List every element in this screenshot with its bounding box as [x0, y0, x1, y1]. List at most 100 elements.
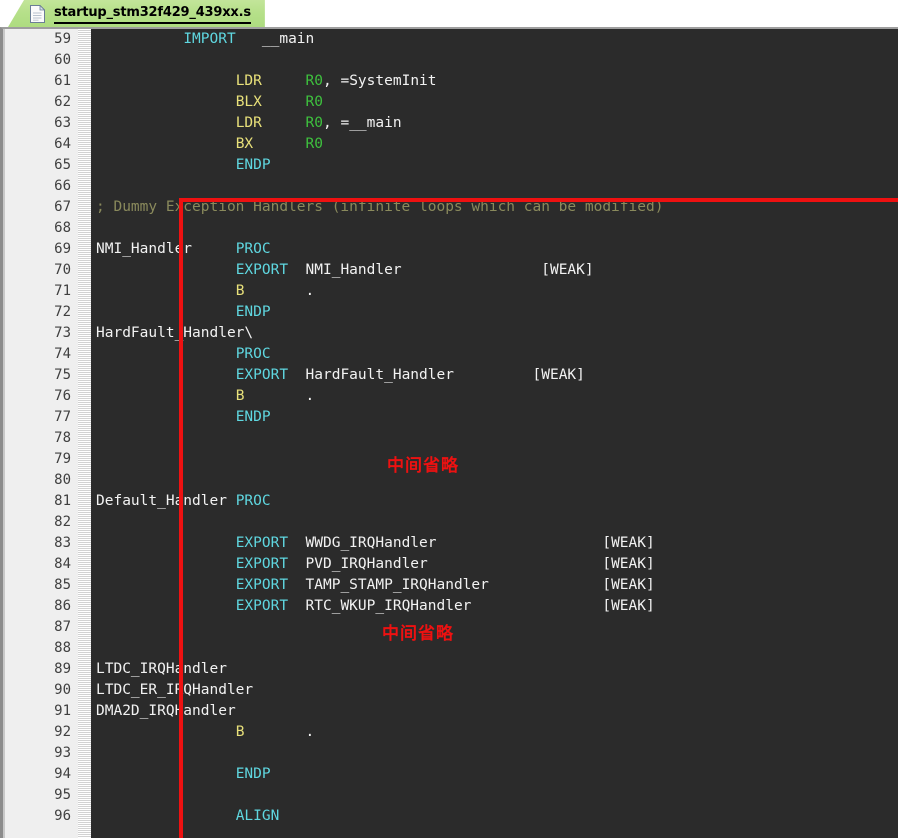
code-line[interactable] — [96, 512, 898, 533]
line-number: 65 — [54, 157, 71, 173]
line-number: 63 — [54, 115, 71, 131]
code-line[interactable]: B . — [96, 722, 898, 743]
code-line[interactable]: BLX R0 — [96, 92, 898, 113]
line-number: 81 — [54, 493, 71, 509]
code-token: Default_Handler — [96, 493, 236, 509]
line-number: 62 — [54, 94, 71, 110]
code-token: , =__main — [323, 115, 402, 131]
code-line[interactable]: ENDP — [96, 155, 898, 176]
line-number: 80 — [54, 472, 71, 488]
code-line[interactable] — [96, 617, 898, 638]
code-token: ALIGN — [235, 808, 280, 824]
code-line[interactable]: LDR R0, =SystemInit — [96, 71, 898, 92]
code-line[interactable]: HardFault_Handler\ — [96, 323, 898, 344]
code-line[interactable]: IMPORT __main — [96, 29, 898, 50]
code-token: TAMP_STAMP_IRQHandler [WEAK] — [288, 577, 655, 593]
code-token: EXPORT — [235, 577, 289, 593]
code-token: HardFault_Handler\ — [96, 325, 254, 341]
code-token: WWDG_IRQHandler [WEAK] — [288, 535, 655, 551]
code-line[interactable]: LDR R0, =__main — [96, 113, 898, 134]
code-token: ; Dummy Exception Handlers (infinite loo… — [96, 199, 664, 215]
code-line[interactable]: ENDP — [96, 407, 898, 428]
code-token: HardFault_Handler [WEAK] — [288, 367, 585, 383]
code-line[interactable]: B . — [96, 386, 898, 407]
code-line[interactable]: B . — [96, 281, 898, 302]
line-number: 64 — [54, 136, 71, 152]
editor-tab-startup-file[interactable]: startup_stm32f429_439xx.s — [8, 0, 265, 27]
code-line[interactable]: ALIGN — [96, 806, 898, 827]
code-token: BX — [235, 136, 254, 152]
code-line[interactable] — [96, 428, 898, 449]
code-line[interactable] — [96, 176, 898, 197]
code-line[interactable]: LTDC_IRQHandler — [96, 659, 898, 680]
code-line[interactable]: Default_Handler PROC — [96, 491, 898, 512]
line-number: 87 — [54, 619, 71, 635]
line-number: 71 — [54, 283, 71, 299]
line-number: 61 — [54, 73, 71, 89]
code-line[interactable]: EXPORT RTC_WKUP_IRQHandler [WEAK] — [96, 596, 898, 617]
code-line[interactable] — [96, 785, 898, 806]
code-line[interactable]: ENDP — [96, 302, 898, 323]
code-line[interactable]: LTDC_ER_IRQHandler — [96, 680, 898, 701]
code-line[interactable] — [96, 50, 898, 71]
code-token: RTC_WKUP_IRQHandler [WEAK] — [288, 598, 655, 614]
code-text-area[interactable]: IMPORT __main LDR R0, =SystemInit BLX R0… — [91, 29, 898, 838]
line-number: 90 — [54, 682, 71, 698]
code-line[interactable] — [96, 449, 898, 470]
code-line[interactable]: EXPORT PVD_IRQHandler [WEAK] — [96, 554, 898, 575]
line-number: 96 — [54, 808, 71, 824]
code-token: EXPORT — [235, 367, 289, 383]
code-line[interactable] — [96, 743, 898, 764]
line-number: 88 — [54, 640, 71, 656]
code-token: PROC — [235, 241, 271, 257]
code-line[interactable]: EXPORT TAMP_STAMP_IRQHandler [WEAK] — [96, 575, 898, 596]
line-number: 82 — [54, 514, 71, 530]
line-number: 94 — [54, 766, 71, 782]
code-line[interactable]: EXPORT WWDG_IRQHandler [WEAK] — [96, 533, 898, 554]
code-line[interactable] — [96, 470, 898, 491]
editor-tab-bar: startup_stm32f429_439xx.s — [0, 0, 898, 28]
code-line[interactable]: EXPORT HardFault_Handler [WEAK] — [96, 365, 898, 386]
code-line[interactable]: NMI_Handler PROC — [96, 239, 898, 260]
code-line[interactable] — [96, 218, 898, 239]
code-line[interactable] — [96, 638, 898, 659]
line-number: 85 — [54, 577, 71, 593]
code-token: DMA2D_IRQHandler — [96, 703, 236, 719]
code-token: LDR — [235, 73, 262, 89]
code-line[interactable]: PROC — [96, 344, 898, 365]
code-token: . — [244, 283, 315, 299]
code-line[interactable]: ENDP — [96, 764, 898, 785]
line-number: 60 — [54, 52, 71, 68]
code-line[interactable]: BX R0 — [96, 134, 898, 155]
code-token: . — [244, 724, 315, 740]
folding-margin[interactable] — [78, 29, 91, 838]
code-token: ENDP — [235, 304, 271, 320]
code-line[interactable]: DMA2D_IRQHandler — [96, 701, 898, 722]
code-token: EXPORT — [235, 262, 289, 278]
code-token: , =SystemInit — [323, 73, 437, 89]
line-number: 86 — [54, 598, 71, 614]
editor-tab-label: startup_stm32f429_439xx.s — [54, 4, 251, 24]
code-editor-body: 59 60 61 62 63 64 65 66 67 68 69 70 71 72 73 74 75 76 77 78… — [3, 29, 898, 838]
code-line[interactable]: ; Dummy Exception Handlers (infinite loo… — [96, 197, 898, 218]
code-line[interactable]: EXPORT NMI_Handler [WEAK] — [96, 260, 898, 281]
